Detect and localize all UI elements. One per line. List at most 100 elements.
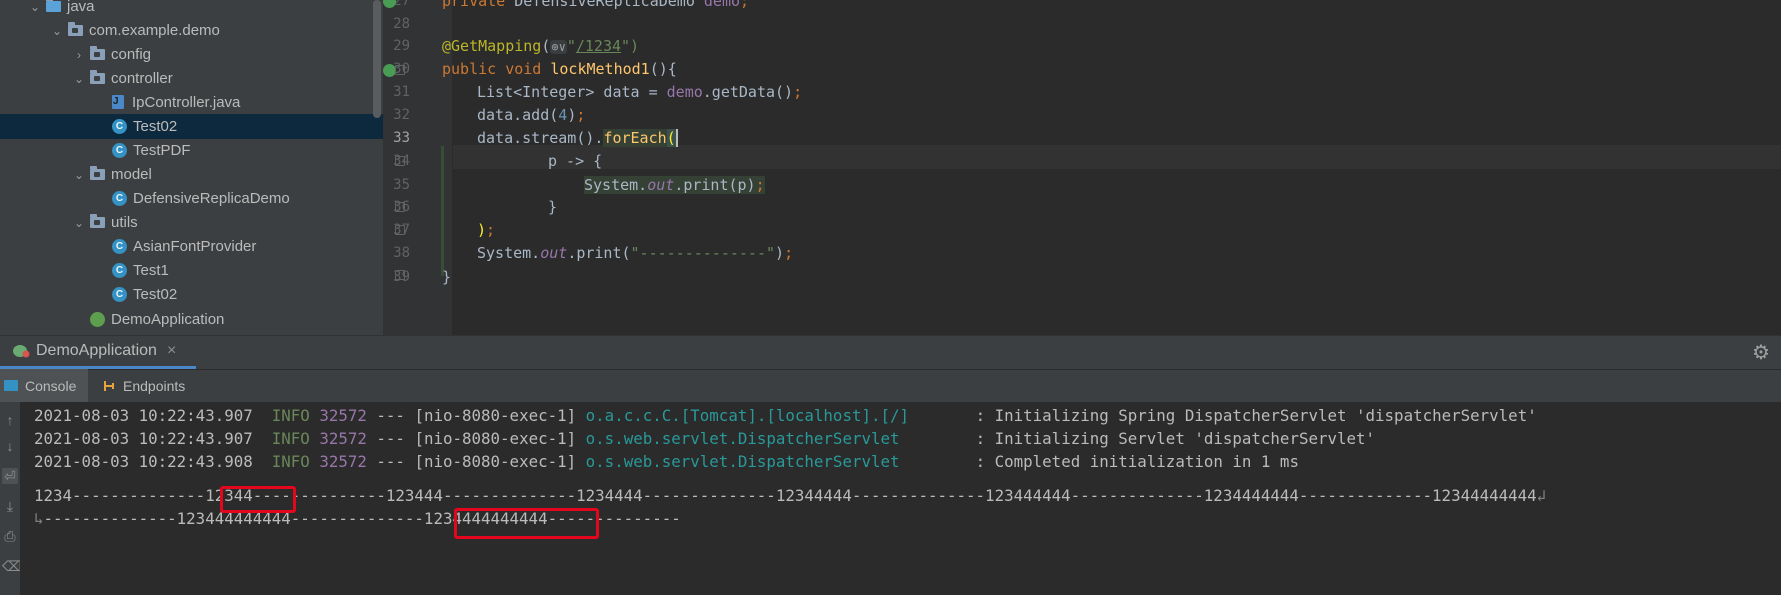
log-message: : Initializing Spring DispatcherServlet … [975, 406, 1537, 425]
code-line-36[interactable]: } [548, 196, 557, 218]
fold-marker-icon[interactable] [395, 270, 405, 280]
line-number[interactable]: 32 [384, 104, 410, 126]
run-tab-demoapplication[interactable]: DemoApplication × [0, 335, 196, 369]
globe-icon[interactable]: ⊕∨ [550, 40, 567, 54]
log-separator: --- [376, 429, 415, 448]
scroll-to-end-icon[interactable]: ⤓ [2, 498, 18, 514]
log-message: : Initializing Servlet 'dispatcherServle… [975, 429, 1376, 448]
chevron-down-icon[interactable]: ⌄ [28, 0, 42, 14]
tree-item-label: Test02 [133, 118, 178, 135]
log-thread: [nio-8080-exec-1] [414, 429, 586, 448]
gear-icon[interactable]: ⚙ [1752, 340, 1770, 365]
log-line: 2021-08-03 10:22:43.907 INFO 32572 --- [… [34, 428, 1375, 450]
tree-item-label: TestPDF [133, 142, 191, 159]
tree-item-label: DefensiveReplicaDemo [133, 190, 290, 207]
tree-item[interactable]: C Test02 [0, 282, 383, 307]
log-separator: --- [376, 452, 415, 471]
tree-item[interactable]: ⌄ controller [0, 66, 383, 91]
code-line-33[interactable]: data.stream().forEach( [477, 127, 678, 149]
project-tree-scrollbar[interactable] [373, 0, 381, 118]
tab-console-label: Console [25, 377, 77, 394]
log-level: INFO [271, 406, 320, 425]
chevron-right-icon[interactable]: › [72, 48, 86, 62]
line-number[interactable]: 33 [384, 127, 410, 149]
tree-item[interactable]: C Test02 [0, 114, 383, 139]
clear-icon[interactable]: ⌫ [2, 558, 22, 574]
class-icon: C [112, 191, 127, 206]
fold-marker-icon[interactable] [395, 225, 405, 235]
tree-item[interactable]: DemoApplication [0, 307, 383, 332]
code-line-37[interactable]: ); [477, 219, 495, 241]
log-thread: [nio-8080-exec-1] [414, 406, 586, 425]
tree-item-label: AsianFontProvider [133, 238, 257, 255]
line-number[interactable]: 38 [384, 242, 410, 264]
down-arrow-icon[interactable]: ↓ [2, 438, 18, 454]
spring-boot-run-icon [12, 344, 30, 358]
line-number[interactable]: 31 [384, 81, 410, 103]
chevron-down-icon[interactable]: ⌄ [72, 168, 86, 182]
log-timestamp: 2021-08-03 10:22:43.907 [34, 406, 272, 425]
code-line-34[interactable]: p -> { [548, 150, 602, 172]
line-number[interactable]: 35 [384, 174, 410, 196]
class-icon: C [112, 287, 127, 302]
chevron-down-icon[interactable]: ⌄ [72, 72, 86, 86]
close-icon[interactable]: × [167, 342, 176, 360]
tree-item[interactable]: ⌄ utils [0, 210, 383, 235]
console-icon [4, 380, 18, 391]
tree-item[interactable]: › config [0, 42, 383, 67]
code-line-39[interactable]: } [442, 266, 451, 288]
soft-wrap-start-icon: ↳ [34, 509, 44, 528]
log-pid: 32572 [319, 406, 377, 425]
log-pid: 32572 [319, 452, 377, 471]
folder-icon [46, 0, 61, 12]
line-number[interactable]: 28 [384, 13, 410, 35]
tree-item[interactable]: IpController.java [0, 90, 383, 115]
log-level: INFO [271, 452, 320, 471]
tree-item[interactable]: C Test1 [0, 258, 383, 283]
tree-item-label: config [111, 46, 152, 63]
package-icon [90, 166, 105, 180]
class-icon: C [112, 119, 127, 134]
up-arrow-icon[interactable]: ↑ [2, 412, 18, 428]
tab-endpoints[interactable]: Endpoints [98, 369, 185, 402]
tree-item[interactable]: C AsianFontProvider [0, 234, 383, 259]
code-line-30[interactable]: public void lockMethod1(){ [442, 58, 677, 80]
project-tree[interactable]: ⌄ java ⌄ com.example.demo › config ⌄ controller… [0, 0, 383, 335]
code-line-32[interactable]: data.add(4); [477, 104, 585, 126]
tree-item-label: IpController.java [132, 94, 241, 111]
log-message: : Completed initialization in 1 ms [975, 452, 1299, 471]
code-line-35[interactable]: System.out.print(p); [584, 174, 765, 196]
code-editor[interactable]: private DefensiveReplicaDemo demo; @GetM… [442, 0, 1781, 335]
soft-wrap-icon[interactable]: ⏎ [2, 468, 18, 484]
chevron-down-icon[interactable]: ⌄ [50, 24, 64, 38]
highlight-box-1234444444444 [454, 508, 599, 539]
run-subtabs-bar [0, 369, 1781, 403]
chevron-down-icon[interactable]: ⌄ [72, 216, 86, 230]
log-timestamp: 2021-08-03 10:22:43.908 [34, 452, 272, 471]
fold-marker-icon[interactable] [395, 156, 405, 166]
vcs-change-marker[interactable] [441, 146, 444, 276]
log-level: INFO [271, 429, 320, 448]
code-line-27[interactable]: private DefensiveReplicaDemo demo; [442, 0, 749, 12]
code-line-29[interactable]: @GetMapping(⊕∨"/1234") [442, 35, 639, 57]
console-output[interactable]: 2021-08-03 10:22:43.907 INFO 32572 --- [… [20, 402, 1781, 595]
tree-item[interactable]: ⌄ java [0, 0, 383, 19]
log-logger: o.a.c.c.C.[Tomcat].[localhost].[/] [585, 406, 976, 425]
fold-marker-icon[interactable] [395, 65, 405, 75]
highlight-box-12344 [220, 486, 296, 513]
tree-item[interactable]: C DefensiveReplicaDemo [0, 186, 383, 211]
tree-item-label: Test1 [133, 262, 169, 279]
tree-item-label: Test02 [133, 286, 178, 303]
package-icon [90, 70, 105, 84]
log-line: 2021-08-03 10:22:43.908 INFO 32572 --- [… [34, 451, 1299, 473]
print-icon[interactable]: ⎙ [2, 528, 18, 544]
code-line-38[interactable]: System.out.print("--------------"); [477, 242, 793, 264]
package-icon [68, 22, 83, 36]
fold-marker-icon[interactable] [395, 202, 405, 212]
line-number[interactable]: 29 [384, 35, 410, 57]
tree-item[interactable]: ⌄ model [0, 162, 383, 187]
tree-item[interactable]: ⌄ com.example.demo [0, 18, 383, 43]
tab-console[interactable]: Console [0, 369, 88, 402]
tree-item[interactable]: C TestPDF [0, 138, 383, 163]
code-line-31[interactable]: List<Integer> data = demo.getData(); [477, 81, 802, 103]
